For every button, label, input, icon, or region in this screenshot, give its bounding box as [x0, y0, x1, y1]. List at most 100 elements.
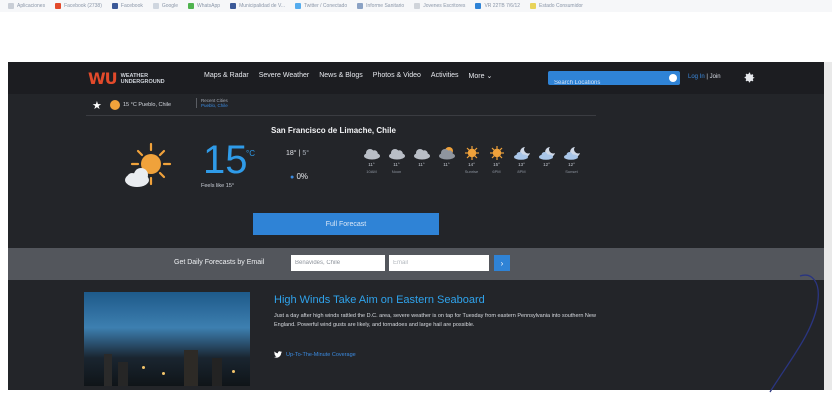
sun-icon [464, 146, 479, 160]
recent-city-link[interactable]: Pueblo, Chile [201, 103, 228, 108]
weather-site: WU WEATHER UNDERGROUND Maps & Radar Seve… [8, 62, 832, 390]
temperature-unit[interactable]: °C [246, 149, 255, 158]
hourly-label: Noon [391, 169, 402, 174]
bookmark-label: Informe Sanitario [366, 3, 405, 9]
bookmark-item[interactable]: Aplicaciones [8, 3, 45, 9]
small-sun-icon [110, 100, 120, 110]
news-summary: Just a day after high winds rattled the … [274, 313, 596, 328]
bookmark-label: Aplicaciones [17, 3, 46, 9]
sun-icon [489, 146, 504, 160]
hourly-temperature: 15° [493, 162, 500, 167]
news-image[interactable] [84, 292, 250, 386]
hourly-temperature: 11° [443, 162, 450, 167]
full-forecast-button[interactable]: Full Forecast [253, 213, 439, 235]
menu-item-severe-weather[interactable]: Severe Weather [259, 72, 309, 80]
city-name: San Francisco de Limache, Chile [271, 126, 396, 135]
hourly-temperature: 11° [418, 162, 425, 167]
hourly-forecast: 11° 10AM 11° Noon 11° 11° 14° Sunrise 15° 6PM 13° 8… [360, 146, 583, 174]
bookmark-label: VR 22TB 7/6/12 [484, 3, 521, 9]
search-icon[interactable] [669, 74, 677, 82]
moon-cloud-icon [513, 147, 530, 160]
cloudy-icon [388, 149, 405, 160]
favorites-bar: ★ 15 °C Pueblo, Chile Recent Cities Pueb… [86, 96, 596, 116]
favorite-location-label: 15 °C Pueblo, Chile [123, 102, 172, 108]
logo-text: WEATHER UNDERGROUND [121, 73, 165, 85]
logo-line-2: UNDERGROUND [120, 78, 165, 85]
bookmark-favicon-icon [475, 3, 482, 9]
menu-item-maps-radar[interactable]: Maps & Radar [204, 72, 249, 80]
precipitation-value: 0% [296, 172, 309, 181]
menu-item-news-blogs[interactable]: News & Blogs [319, 72, 363, 80]
hourly-forecast-item[interactable]: 15° 6PM [485, 146, 508, 174]
email-field[interactable] [389, 255, 489, 271]
bookmark-favicon-icon [230, 3, 237, 9]
bookmark-label: Jovenes Escritores [423, 3, 466, 9]
hourly-temperature: 14° [468, 162, 475, 167]
email-location-field[interactable] [291, 255, 385, 271]
hourly-forecast-item[interactable]: 11° 10AM [360, 146, 383, 174]
image-building [118, 362, 128, 386]
bookmark-favicon-icon [111, 3, 118, 9]
moon-cloud-icon [563, 147, 580, 160]
menu-item-more[interactable]: More ⌄ [469, 72, 493, 80]
scan-edge [824, 62, 832, 390]
logo-mark: WU [88, 69, 118, 88]
hourly-forecast-item[interactable]: 12° Sunset [560, 146, 583, 174]
low-temperature: 5° [302, 150, 310, 157]
site-logo[interactable]: WU WEATHER UNDERGROUND [88, 69, 165, 88]
search-box [548, 71, 680, 90]
join-link[interactable]: Join [710, 74, 721, 80]
hourly-forecast-item[interactable]: 12° [535, 146, 558, 174]
news-coverage-link[interactable]: Up-To-The-Minute Coverage [274, 351, 356, 358]
hourly-label: 6PM [492, 169, 501, 174]
image-light [232, 370, 235, 373]
main-menu: Maps & Radar Severe Weather News & Blogs… [204, 72, 492, 80]
hourly-label: Sunset [565, 169, 578, 174]
hourly-temperature: 12° [543, 162, 550, 167]
image-light [142, 366, 145, 369]
hourly-forecast-item[interactable]: 14° Sunrise [460, 146, 483, 174]
login-link[interactable]: Log In [688, 74, 705, 80]
bookmark-item[interactable]: VR 22TB 7/6/12 [475, 3, 520, 9]
menu-item-activities[interactable]: Activities [431, 72, 459, 80]
hourly-forecast-item[interactable]: 11° [435, 146, 458, 174]
bookmark-favicon-icon [152, 3, 159, 9]
bookmark-item[interactable]: Twitter / Conectado [295, 3, 347, 9]
bookmark-favicon-icon [295, 3, 302, 9]
bookmark-item[interactable]: Informe Sanitario [357, 3, 404, 9]
bookmark-item[interactable]: Jovenes Escritores [414, 3, 465, 9]
hourly-temperature: 11° [393, 162, 400, 167]
partly-cloudy-sun-icon [125, 142, 172, 187]
hourly-label: Sunrise [464, 169, 479, 174]
star-icon[interactable]: ★ [92, 99, 102, 112]
cloudy-icon [413, 149, 430, 160]
bookmark-item[interactable]: Estado Consumidor [530, 3, 583, 9]
bookmark-favicon-icon [187, 3, 194, 9]
page-margin [0, 12, 832, 62]
hourly-forecast-item[interactable]: 11° Noon [385, 146, 408, 174]
hourly-forecast-item[interactable]: 13° 8PM [510, 146, 533, 174]
high-low: 18° | 5° [286, 150, 309, 157]
image-building [104, 354, 112, 386]
search-input[interactable] [548, 76, 672, 90]
menu-item-photos-video[interactable]: Photos & Video [373, 72, 421, 80]
bookmark-item[interactable]: Facebook [111, 3, 143, 9]
top-navigation: WU WEATHER UNDERGROUND Maps & Radar Seve… [8, 62, 832, 94]
favorite-location[interactable]: 15 °C Pueblo, Chile [110, 100, 171, 110]
moon-cloud-icon [538, 147, 555, 160]
bookmark-item[interactable]: Municipalidad de V... [230, 3, 285, 9]
recent-cities[interactable]: Recent Cities Pueblo, Chile [196, 98, 228, 108]
image-building [184, 350, 198, 386]
gear-icon[interactable] [743, 71, 756, 84]
hourly-forecast-item[interactable]: 11° [410, 146, 433, 174]
email-submit-button[interactable]: › [494, 255, 510, 271]
bookmark-item[interactable]: Google [152, 3, 178, 9]
current-temperature: 15 [203, 138, 248, 182]
image-light [162, 372, 165, 375]
bookmark-item[interactable]: WhatsApp [187, 3, 220, 9]
news-headline[interactable]: High Winds Take Aim on Eastern Seaboard [274, 294, 485, 306]
hourly-temperature: 13° [518, 162, 525, 167]
bookmark-item[interactable]: Facebook (2738) [55, 3, 102, 9]
bookmark-favicon-icon [414, 3, 421, 9]
account-links: Log In | Join [688, 74, 721, 80]
